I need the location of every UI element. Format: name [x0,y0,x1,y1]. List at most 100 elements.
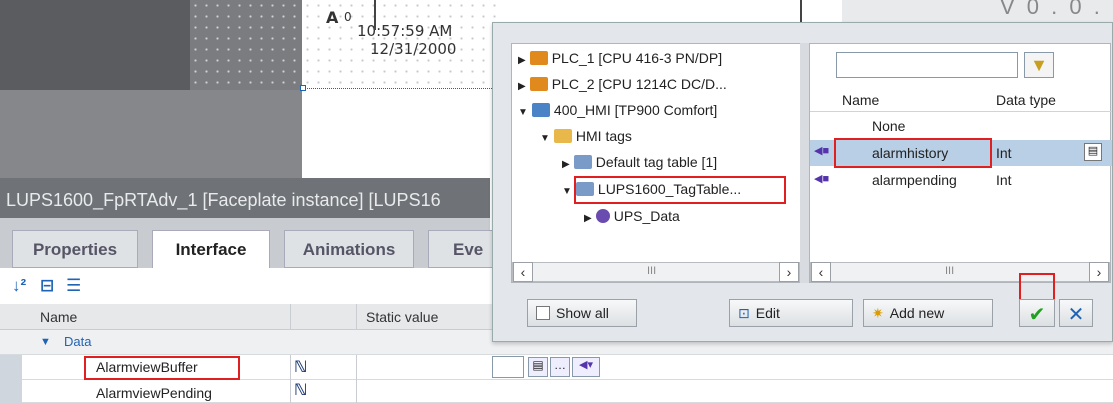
list-horizontal-scrollbar[interactable]: ‹ III › [810,262,1110,282]
tree-item-default-table[interactable]: ▶ Default tag table [1] [562,154,717,170]
canvas-dark-area [0,0,190,90]
tree-item-plc2[interactable]: ▶ PLC_2 [CPU 1214C DC/D... [518,76,727,92]
type-list-icon[interactable]: ▤ [1084,143,1102,161]
interface-tag-icon: ℕ [294,359,308,376]
edit-label: Edit [755,305,780,321]
list-header: Name Data type [810,88,1112,112]
list-row-alarmpending[interactable]: ◀■ alarmpending Int [810,168,1112,192]
cancel-x-icon[interactable]: ✕ [1059,299,1093,327]
trend-axis [374,0,376,30]
inspector-title: LUPS1600_FpRTAdv_1 [Faceplate instance] … [0,178,490,218]
tab-properties[interactable]: Properties [12,230,138,268]
tag-icon: ◀■ [814,145,830,157]
highlight-box [834,138,992,168]
tab-animations[interactable]: Animations [284,230,414,268]
inspector-tabs: Properties Interface Animations Eve [0,218,498,268]
table-row[interactable]: AlarmviewPending ℕ [0,380,1113,403]
tag-type: Int [996,172,1012,188]
plc-icon [529,51,548,65]
tree-item-lups-table[interactable]: ▼ LUPS1600_TagTable... [562,181,741,197]
interface-toolbar: ↓² ⊟ ☰ [0,268,490,304]
scroll-right-icon[interactable]: › [779,262,799,282]
tab-interface[interactable]: Interface [152,230,270,268]
tree-label: PLC_1 [CPU 416-3 PN/DP] [551,50,723,66]
column-divider [356,304,357,329]
tree-label: 400_HMI [TP900 Comfort] [553,102,718,118]
expand-arrow-icon[interactable]: ▶ [562,159,570,170]
scroll-left-icon[interactable]: ‹ [513,262,533,282]
scroll-left-icon[interactable]: ‹ [811,262,831,282]
list-button-icon[interactable]: ▤ [528,357,548,377]
interface-tag-icon: ℕ [294,382,308,399]
scroll-thumb[interactable]: III [647,265,656,277]
group-label: Data [64,334,92,349]
show-all-checkbox[interactable]: Show all [527,299,637,327]
tag-table-icon [575,182,594,196]
tree-label: Default tag table [1] [595,154,718,170]
expand-arrow-icon[interactable]: ▼ [40,336,51,348]
tag-type: Int [996,145,1012,161]
axis-value: 0 [344,10,352,24]
selection-frame [302,88,502,89]
scroll-right-icon[interactable]: › [1089,262,1109,282]
column-divider [290,380,291,403]
tag-icon: ◀■ [814,173,830,185]
clock-time: 10:57:59 AM [357,22,453,40]
tag-table-icon [573,155,592,169]
tree-item-plc1[interactable]: ▶ PLC_1 [CPU 416-3 PN/DP] [518,50,722,66]
tag-select-button-icon[interactable]: ◀▾ [572,357,600,377]
tree-horizontal-scrollbar[interactable]: ‹ III › [512,262,800,282]
tree-label: LUPS1600_TagTable... [597,181,742,197]
project-tree: ▶ PLC_1 [CPU 416-3 PN/DP] ▶ PLC_2 [CPU 121… [511,43,801,283]
tag-name: alarmpending [872,172,957,188]
tree-label: UPS_Data [613,208,680,224]
filter-icon[interactable]: ▼ [1024,52,1054,78]
plc-icon [529,77,548,91]
tag-list: ▼ Name Data type None ◀■ alarmhistory In… [809,43,1112,283]
expand-arrow-icon[interactable]: ▶ [584,213,592,224]
expand-arrow-icon[interactable]: ▶ [518,55,526,66]
collapse-arrow-icon[interactable]: ▼ [518,107,528,118]
tab-events[interactable]: Eve [428,230,498,268]
axis-glyph: A [326,8,339,27]
edit-icon: ⊡ [738,305,750,321]
tree-item-hmi-tags[interactable]: ▼ HMI tags [540,128,632,144]
collapse-icon[interactable]: ⊟ [40,276,54,296]
add-icon: ✷ [872,305,884,321]
clock-date: 12/31/2000 [370,40,457,58]
browse-button-icon[interactable]: … [550,357,570,377]
scroll-thumb[interactable]: III [945,265,954,277]
edit-button[interactable]: ⊡ Edit [729,299,853,327]
add-new-label: Add new [889,305,945,321]
tag-selection-dialog: ▶ PLC_1 [CPU 416-3 PN/DP] ▶ PLC_2 [CPU 121… [492,22,1113,342]
tree-item-ups-data[interactable]: ▶ UPS_Data [584,208,680,224]
collapse-arrow-icon[interactable]: ▼ [540,133,550,144]
list-column-type: Data type [996,92,1056,108]
show-all-label: Show all [556,305,609,321]
collapse-arrow-icon[interactable]: ▼ [562,186,572,197]
tree-label: HMI tags [575,128,632,144]
row-name: AlarmviewPending [96,385,212,401]
row-marker [0,355,22,380]
checkbox-icon[interactable] [536,306,550,320]
selection-handle[interactable] [300,85,306,91]
filter-input[interactable] [836,52,1018,78]
static-value-input[interactable] [492,356,524,378]
tree-item-hmi[interactable]: ▼ 400_HMI [TP900 Comfort] [518,102,717,118]
list-view-icon[interactable]: ☰ [66,276,81,296]
column-static-value: Static value [366,309,439,325]
canvas-strip [0,90,302,178]
table-row[interactable]: AlarmviewBuffer ℕ ▤ … ◀▾ [0,355,1113,380]
list-row-none[interactable]: None [810,114,1112,138]
sort-icon[interactable]: ↓² [12,276,26,296]
add-new-button[interactable]: ✷ Add new [863,299,993,327]
column-divider [290,355,291,380]
tree-label: PLC_2 [CPU 1214C DC/D... [551,76,727,92]
splitter[interactable] [800,43,809,283]
confirm-check-icon[interactable]: ✔ [1019,299,1055,327]
expand-arrow-icon[interactable]: ▶ [518,81,526,92]
udt-icon [595,209,610,223]
folder-icon [553,129,572,143]
list-column-name: Name [842,92,880,108]
screen-canvas[interactable]: A 0 10:57:59 AM 12/31/2000 [300,0,502,178]
